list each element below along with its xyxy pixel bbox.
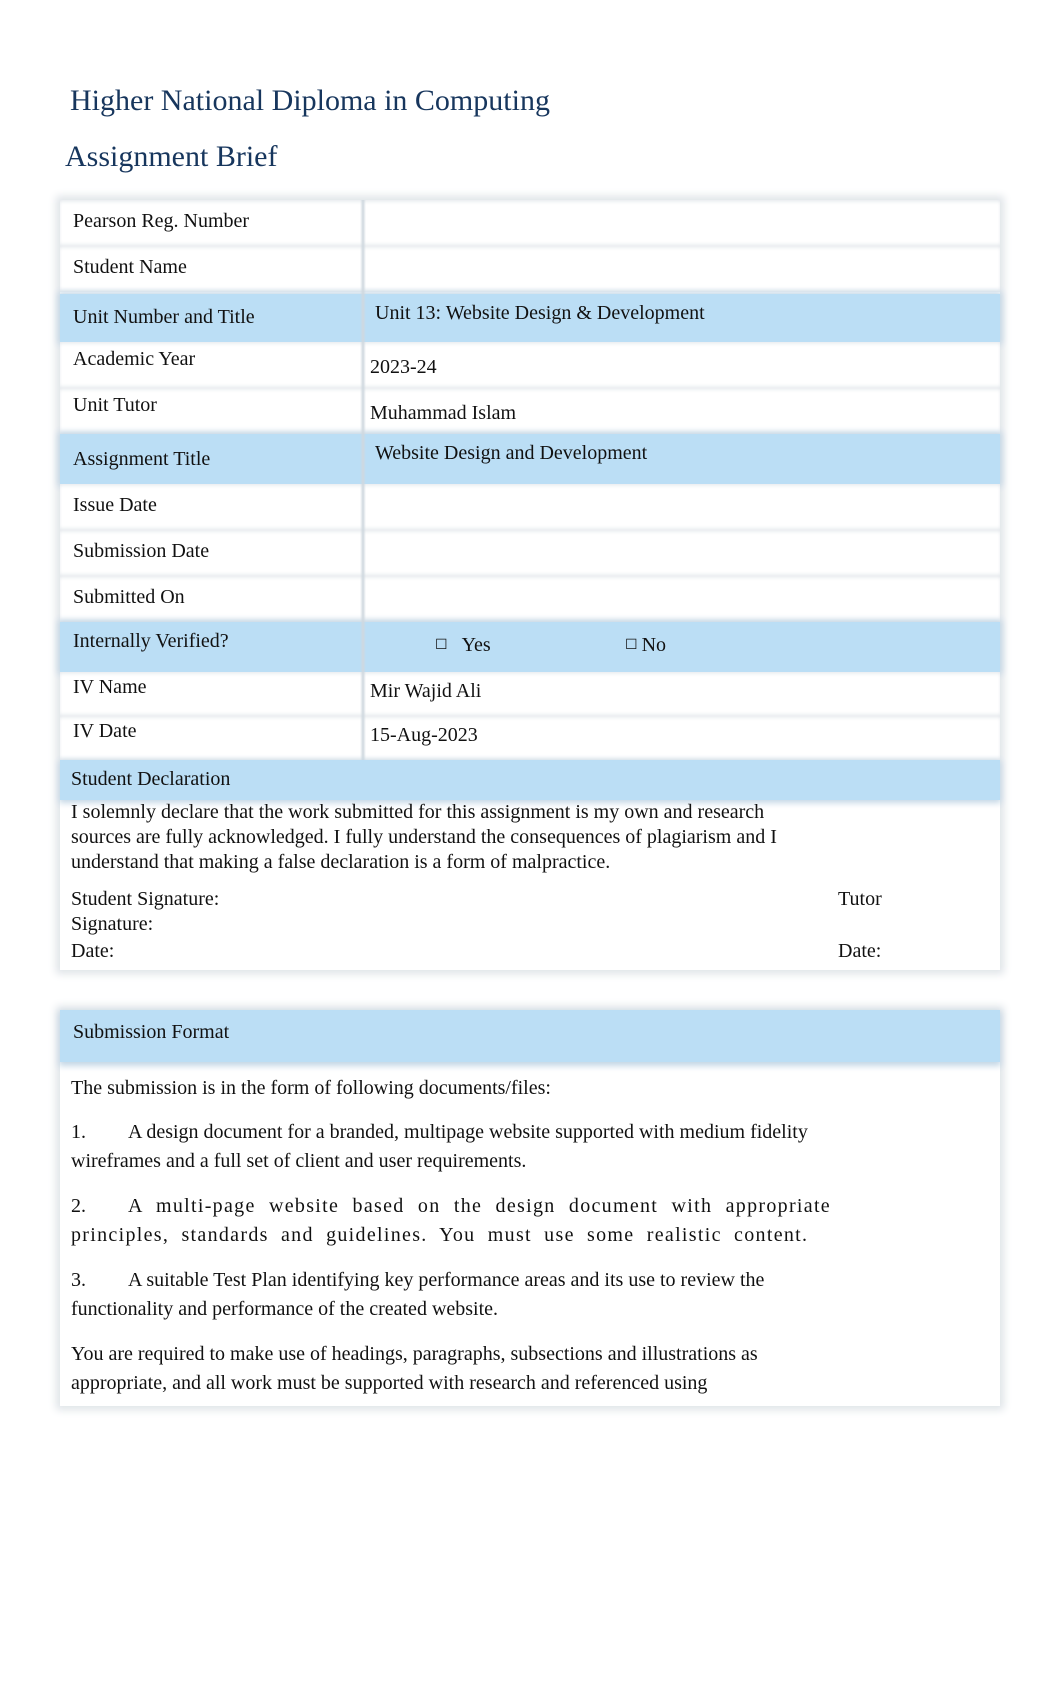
assignment-details-table: Pearson Reg. Number Student Name Unit Nu… xyxy=(60,200,1000,970)
no-label: No xyxy=(641,634,667,656)
submission-closing-text: You are required to make use of headings… xyxy=(71,1343,758,1394)
row-label: Academic Year xyxy=(73,348,196,370)
row-label: Submitted On xyxy=(73,586,185,608)
iv-name-value: Mir Wajid Ali xyxy=(370,680,482,702)
row-label: Internally Verified? xyxy=(73,630,229,652)
item-number: 2. xyxy=(71,1195,86,1217)
row-label: Pearson Reg. Number xyxy=(73,210,250,232)
row-academic-year: Academic Year 2023-24 xyxy=(60,342,1000,388)
checkbox-icon[interactable]: ☐ xyxy=(435,637,448,653)
student-date-label: Date: xyxy=(71,940,115,962)
student-declaration-header: Student Declaration xyxy=(60,760,1000,800)
row-unit-tutor: Unit Tutor Muhammad Islam xyxy=(60,388,1000,434)
checkbox-icon[interactable]: ☐ xyxy=(625,637,638,653)
row-label: Issue Date xyxy=(73,494,157,516)
row-assignment-title: Assignment Title Website Design and Deve… xyxy=(60,434,1000,484)
row-submitted-on: Submitted On xyxy=(60,576,1000,622)
student-declaration-heading: Student Declaration xyxy=(71,768,231,790)
submission-format-section: Submission Format The submission is in t… xyxy=(60,1010,1000,1406)
declaration-text: I solemnly declare that the work submitt… xyxy=(71,801,777,873)
item-text: A design document for a branded, multipa… xyxy=(71,1121,808,1172)
row-unit-number-title: Unit Number and Title Unit 13: Website D… xyxy=(60,294,1000,342)
tutor-label: Tutor xyxy=(838,888,882,910)
tutor-date-label: Date: xyxy=(838,940,882,962)
column-divider xyxy=(360,200,366,760)
row-student-name: Student Name xyxy=(60,246,1000,292)
submission-item: 3. A suitable Test Plan identifying key p… xyxy=(71,1266,831,1324)
item-text: A suitable Test Plan identifying key per… xyxy=(71,1269,765,1320)
submission-intro: The submission is in the form of followi… xyxy=(71,1077,551,1099)
row-label: Submission Date xyxy=(73,540,210,562)
row-label: IV Name xyxy=(73,676,147,698)
submission-format-header: Submission Format xyxy=(60,1010,1000,1062)
row-label: Unit Tutor xyxy=(73,394,157,416)
document-subtitle: Assignment Brief xyxy=(65,140,278,173)
assignment-title-value: Website Design and Development xyxy=(375,442,648,464)
iv-date-value: 15-Aug-2023 xyxy=(370,724,478,746)
student-signature-label: Student Signature: xyxy=(71,888,220,910)
verified-no-option[interactable]: ☐ No xyxy=(625,634,666,657)
submission-item: 1. A design document for a branded, multi… xyxy=(71,1118,831,1176)
yes-label: Yes xyxy=(461,634,491,656)
document-title: Higher National Diploma in Computing xyxy=(70,84,550,117)
row-iv-date: IV Date 15-Aug-2023 xyxy=(60,716,1000,760)
row-label: IV Date xyxy=(73,720,137,742)
row-iv-name: IV Name Mir Wajid Ali xyxy=(60,672,1000,716)
submission-format-heading: Submission Format xyxy=(73,1021,230,1043)
row-label: Unit Number and Title xyxy=(73,306,255,328)
item-number: 1. xyxy=(71,1121,86,1143)
row-submission-date: Submission Date xyxy=(60,530,1000,576)
submission-item: 2. A multi-page website based on the desi… xyxy=(71,1192,831,1250)
row-label: Assignment Title xyxy=(73,448,211,470)
signature-label: Signature: xyxy=(71,913,154,935)
unit-number-title-value: Unit 13: Website Design & Development xyxy=(375,302,705,324)
row-issue-date: Issue Date xyxy=(60,484,1000,530)
row-label: Student Name xyxy=(73,256,187,278)
unit-tutor-value: Muhammad Islam xyxy=(370,402,517,424)
item-number: 3. xyxy=(71,1269,86,1291)
item-text: A multi-page website based on the design… xyxy=(71,1195,831,1246)
verified-yes-option[interactable]: ☐ Yes xyxy=(435,634,491,657)
row-internally-verified: Internally Verified? ☐ Yes ☐ No xyxy=(60,622,1000,672)
row-pearson-reg-number: Pearson Reg. Number xyxy=(60,200,1000,246)
academic-year-value: 2023-24 xyxy=(370,356,437,378)
